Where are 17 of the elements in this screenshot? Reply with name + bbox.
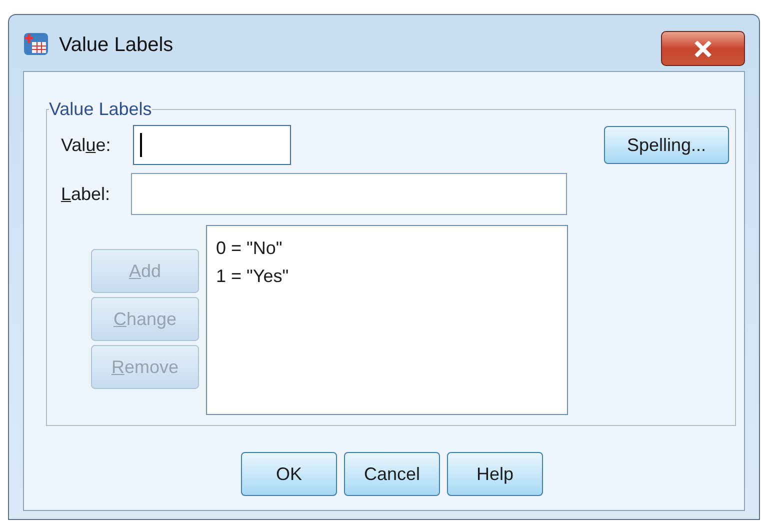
spelling-button[interactable]: Spelling... (604, 126, 729, 164)
list-item[interactable]: 0 = "No" (216, 236, 282, 260)
close-button[interactable] (661, 31, 745, 66)
dialog-button[interactable]: OK (241, 452, 337, 496)
dialog-button[interactable]: Cancel (344, 452, 440, 496)
value-field[interactable] (133, 125, 291, 165)
group-legend: Value Labels (49, 96, 152, 123)
text-cursor (140, 133, 142, 157)
label-label: Label: (61, 182, 112, 206)
table-icon (23, 31, 49, 57)
value-label: Value: (61, 134, 112, 156)
dialog-button[interactable]: Help (447, 452, 543, 496)
close-icon (694, 40, 712, 56)
labels-listbox[interactable]: 0 = "No" 1 = "Yes" (206, 225, 568, 415)
label-field[interactable] (131, 173, 567, 215)
list-item[interactable]: 1 = "Yes" (216, 264, 289, 288)
window-title: Value Labels (59, 33, 174, 58)
